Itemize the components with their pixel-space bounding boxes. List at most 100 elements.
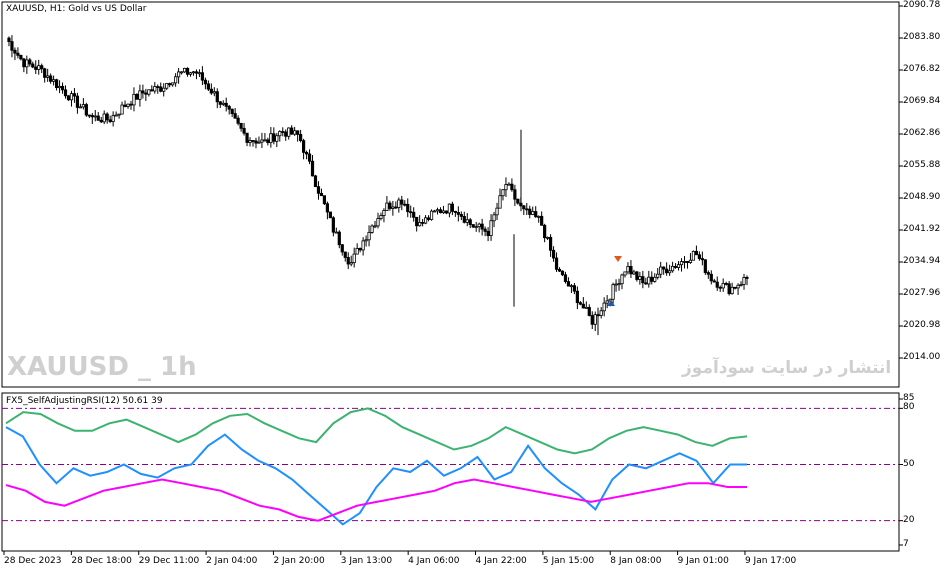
candle-body <box>584 307 588 309</box>
candle-body <box>325 203 329 213</box>
candle-body <box>605 300 609 304</box>
indicator-tick-label: 50 <box>903 458 915 469</box>
candle-body <box>388 202 392 209</box>
candle-body <box>641 276 645 284</box>
candle-body <box>465 219 469 223</box>
candle-body <box>575 290 579 304</box>
candle-body <box>224 102 228 107</box>
candle-body <box>174 76 178 84</box>
price-tick-label: 2014.00 <box>903 352 941 362</box>
candle-body <box>602 302 606 312</box>
candle-body <box>230 108 234 114</box>
candle-body <box>132 93 136 106</box>
chart-frame <box>1 1 903 555</box>
candle-body <box>54 79 59 89</box>
candle-body <box>221 102 225 105</box>
candle-body <box>52 79 56 82</box>
candle-body <box>361 240 365 251</box>
candle-body <box>254 140 258 144</box>
candle-body <box>358 248 362 251</box>
candle-body <box>81 104 85 108</box>
candle-body <box>13 49 17 54</box>
candle-body <box>551 249 556 259</box>
time-tick-label: 9 Jan 01:00 <box>677 556 729 566</box>
candle-body <box>43 68 47 78</box>
price-tick-label: 2027.96 <box>903 288 941 298</box>
candle-body <box>400 199 404 205</box>
candle-body <box>412 211 416 218</box>
candle-body <box>84 104 88 116</box>
candle-body <box>715 281 719 288</box>
candle-body <box>424 217 428 224</box>
candle-body <box>727 283 731 295</box>
candle-body <box>548 236 553 251</box>
candle-body <box>682 261 687 263</box>
candle-body <box>304 151 309 155</box>
candle-body <box>212 91 216 94</box>
time-tick-label: 29 Dec 11:00 <box>138 556 200 566</box>
candle-body <box>498 195 502 209</box>
candle-body <box>709 273 713 282</box>
candle-body <box>293 130 297 135</box>
candle-body <box>7 37 11 42</box>
candle-body <box>644 282 648 285</box>
candle-body <box>188 72 193 75</box>
price-tick-label: 2034.94 <box>903 256 941 266</box>
candle-body <box>102 113 106 123</box>
candle-body <box>415 216 419 227</box>
time-tick-label: 5 Jan 15:00 <box>542 556 595 566</box>
candle-body <box>162 87 166 92</box>
candle-body <box>251 140 255 142</box>
candle-body <box>456 212 460 215</box>
candle-body <box>257 141 261 144</box>
candle-body <box>435 209 440 212</box>
candle-body <box>352 253 356 264</box>
candle-body <box>135 93 139 100</box>
price-tick-label: 2055.88 <box>903 160 941 170</box>
candle-body <box>236 117 240 124</box>
candle-body <box>486 230 490 236</box>
candle-body <box>28 59 32 65</box>
candle-body <box>87 114 91 117</box>
candle-body <box>78 106 82 109</box>
candle-body <box>66 95 71 101</box>
candle-body <box>141 90 145 94</box>
candle-body <box>269 133 273 144</box>
candle-body <box>144 92 148 95</box>
candle-body <box>168 83 172 86</box>
candle-body <box>245 132 249 143</box>
candle-body <box>679 261 684 266</box>
candle-body <box>665 268 669 274</box>
candle-body <box>25 59 29 68</box>
candle-body <box>531 211 535 215</box>
candle-body <box>31 63 35 68</box>
candle-body <box>736 284 740 289</box>
candle-body <box>129 103 133 106</box>
candle-body <box>721 283 725 289</box>
candle-body <box>278 131 282 137</box>
candle-body <box>662 266 666 270</box>
candle-body <box>733 286 737 289</box>
candle-body <box>546 236 550 239</box>
candle-body <box>462 216 466 223</box>
candle-body <box>376 218 380 227</box>
candle-body <box>266 139 270 144</box>
candle-body <box>432 210 437 213</box>
upper-band-line <box>5 407 748 455</box>
candle-body <box>459 214 463 217</box>
candle-body <box>370 225 374 233</box>
candle-body <box>516 198 520 204</box>
candle-body <box>349 262 353 265</box>
candle-body <box>626 266 630 273</box>
candle-body <box>480 223 484 230</box>
candle-body <box>10 41 14 51</box>
price-tick-label: 2083.80 <box>903 32 941 42</box>
candle-body <box>590 315 594 325</box>
candle-body <box>638 276 642 280</box>
time-tick-label: 2 Jan 04:00 <box>206 556 258 566</box>
candle-body <box>673 265 678 268</box>
candle-body <box>438 209 443 214</box>
candle-body <box>540 215 544 226</box>
candle-body <box>218 101 222 105</box>
candle-body <box>319 192 324 197</box>
